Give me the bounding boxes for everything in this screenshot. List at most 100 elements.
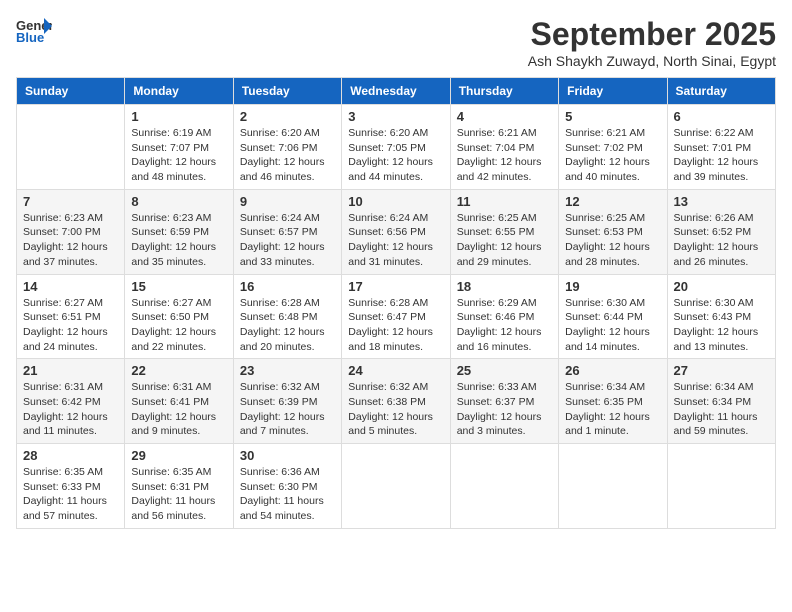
table-row: 5 Sunrise: 6:21 AMSunset: 7:02 PMDayligh… (559, 105, 667, 190)
table-row: 12 Sunrise: 6:25 AMSunset: 6:53 PMDaylig… (559, 189, 667, 274)
day-info: Sunrise: 6:22 AMSunset: 7:01 PMDaylight:… (674, 126, 769, 185)
day-number: 20 (674, 279, 769, 294)
table-row (342, 444, 450, 529)
table-row: 9 Sunrise: 6:24 AMSunset: 6:57 PMDayligh… (233, 189, 341, 274)
logo-icon: General Blue (16, 16, 52, 44)
day-info: Sunrise: 6:20 AMSunset: 7:05 PMDaylight:… (348, 126, 443, 185)
logo: General Blue (16, 16, 56, 44)
table-row: 24 Sunrise: 6:32 AMSunset: 6:38 PMDaylig… (342, 359, 450, 444)
day-number: 21 (23, 363, 118, 378)
table-row: 19 Sunrise: 6:30 AMSunset: 6:44 PMDaylig… (559, 274, 667, 359)
calendar-header-row: Sunday Monday Tuesday Wednesday Thursday… (17, 78, 776, 105)
table-row: 1 Sunrise: 6:19 AMSunset: 7:07 PMDayligh… (125, 105, 233, 190)
day-info: Sunrise: 6:25 AMSunset: 6:53 PMDaylight:… (565, 211, 660, 270)
calendar: Sunday Monday Tuesday Wednesday Thursday… (16, 77, 776, 529)
day-info: Sunrise: 6:30 AMSunset: 6:44 PMDaylight:… (565, 296, 660, 355)
day-info: Sunrise: 6:24 AMSunset: 6:57 PMDaylight:… (240, 211, 335, 270)
day-info: Sunrise: 6:33 AMSunset: 6:37 PMDaylight:… (457, 380, 552, 439)
day-info: Sunrise: 6:25 AMSunset: 6:55 PMDaylight:… (457, 211, 552, 270)
day-info: Sunrise: 6:20 AMSunset: 7:06 PMDaylight:… (240, 126, 335, 185)
table-row: 7 Sunrise: 6:23 AMSunset: 7:00 PMDayligh… (17, 189, 125, 274)
day-number: 6 (674, 109, 769, 124)
table-row: 23 Sunrise: 6:32 AMSunset: 6:39 PMDaylig… (233, 359, 341, 444)
day-number: 29 (131, 448, 226, 463)
day-number: 13 (674, 194, 769, 209)
day-info: Sunrise: 6:34 AMSunset: 6:34 PMDaylight:… (674, 380, 769, 439)
title-area: September 2025 Ash Shaykh Zuwayd, North … (528, 16, 776, 69)
col-friday: Friday (559, 78, 667, 105)
table-row: 28 Sunrise: 6:35 AMSunset: 6:33 PMDaylig… (17, 444, 125, 529)
day-number: 27 (674, 363, 769, 378)
day-info: Sunrise: 6:21 AMSunset: 7:02 PMDaylight:… (565, 126, 660, 185)
day-info: Sunrise: 6:31 AMSunset: 6:41 PMDaylight:… (131, 380, 226, 439)
day-number: 19 (565, 279, 660, 294)
day-number: 25 (457, 363, 552, 378)
day-info: Sunrise: 6:34 AMSunset: 6:35 PMDaylight:… (565, 380, 660, 439)
table-row: 30 Sunrise: 6:36 AMSunset: 6:30 PMDaylig… (233, 444, 341, 529)
day-number: 2 (240, 109, 335, 124)
svg-text:Blue: Blue (16, 30, 44, 44)
day-info: Sunrise: 6:30 AMSunset: 6:43 PMDaylight:… (674, 296, 769, 355)
calendar-week-row: 7 Sunrise: 6:23 AMSunset: 7:00 PMDayligh… (17, 189, 776, 274)
table-row: 27 Sunrise: 6:34 AMSunset: 6:34 PMDaylig… (667, 359, 775, 444)
day-number: 23 (240, 363, 335, 378)
day-info: Sunrise: 6:28 AMSunset: 6:48 PMDaylight:… (240, 296, 335, 355)
day-info: Sunrise: 6:21 AMSunset: 7:04 PMDaylight:… (457, 126, 552, 185)
day-number: 10 (348, 194, 443, 209)
col-sunday: Sunday (17, 78, 125, 105)
table-row: 17 Sunrise: 6:28 AMSunset: 6:47 PMDaylig… (342, 274, 450, 359)
header: General Blue September 2025 Ash Shaykh Z… (16, 16, 776, 69)
day-info: Sunrise: 6:27 AMSunset: 6:50 PMDaylight:… (131, 296, 226, 355)
day-info: Sunrise: 6:23 AMSunset: 7:00 PMDaylight:… (23, 211, 118, 270)
day-number: 28 (23, 448, 118, 463)
day-info: Sunrise: 6:24 AMSunset: 6:56 PMDaylight:… (348, 211, 443, 270)
table-row: 15 Sunrise: 6:27 AMSunset: 6:50 PMDaylig… (125, 274, 233, 359)
day-number: 24 (348, 363, 443, 378)
day-info: Sunrise: 6:31 AMSunset: 6:42 PMDaylight:… (23, 380, 118, 439)
table-row: 2 Sunrise: 6:20 AMSunset: 7:06 PMDayligh… (233, 105, 341, 190)
table-row: 21 Sunrise: 6:31 AMSunset: 6:42 PMDaylig… (17, 359, 125, 444)
day-number: 9 (240, 194, 335, 209)
table-row (450, 444, 558, 529)
subtitle: Ash Shaykh Zuwayd, North Sinai, Egypt (528, 53, 776, 69)
col-tuesday: Tuesday (233, 78, 341, 105)
table-row: 13 Sunrise: 6:26 AMSunset: 6:52 PMDaylig… (667, 189, 775, 274)
day-info: Sunrise: 6:29 AMSunset: 6:46 PMDaylight:… (457, 296, 552, 355)
calendar-week-row: 21 Sunrise: 6:31 AMSunset: 6:42 PMDaylig… (17, 359, 776, 444)
day-number: 17 (348, 279, 443, 294)
day-info: Sunrise: 6:27 AMSunset: 6:51 PMDaylight:… (23, 296, 118, 355)
day-info: Sunrise: 6:23 AMSunset: 6:59 PMDaylight:… (131, 211, 226, 270)
day-number: 11 (457, 194, 552, 209)
day-info: Sunrise: 6:36 AMSunset: 6:30 PMDaylight:… (240, 465, 335, 524)
calendar-week-row: 14 Sunrise: 6:27 AMSunset: 6:51 PMDaylig… (17, 274, 776, 359)
table-row (559, 444, 667, 529)
day-info: Sunrise: 6:32 AMSunset: 6:38 PMDaylight:… (348, 380, 443, 439)
day-number: 1 (131, 109, 226, 124)
day-info: Sunrise: 6:35 AMSunset: 6:33 PMDaylight:… (23, 465, 118, 524)
table-row: 6 Sunrise: 6:22 AMSunset: 7:01 PMDayligh… (667, 105, 775, 190)
table-row: 25 Sunrise: 6:33 AMSunset: 6:37 PMDaylig… (450, 359, 558, 444)
day-info: Sunrise: 6:26 AMSunset: 6:52 PMDaylight:… (674, 211, 769, 270)
table-row: 14 Sunrise: 6:27 AMSunset: 6:51 PMDaylig… (17, 274, 125, 359)
table-row: 26 Sunrise: 6:34 AMSunset: 6:35 PMDaylig… (559, 359, 667, 444)
col-monday: Monday (125, 78, 233, 105)
day-number: 16 (240, 279, 335, 294)
col-thursday: Thursday (450, 78, 558, 105)
table-row: 3 Sunrise: 6:20 AMSunset: 7:05 PMDayligh… (342, 105, 450, 190)
day-number: 14 (23, 279, 118, 294)
day-number: 5 (565, 109, 660, 124)
day-info: Sunrise: 6:32 AMSunset: 6:39 PMDaylight:… (240, 380, 335, 439)
day-number: 22 (131, 363, 226, 378)
day-number: 7 (23, 194, 118, 209)
table-row: 16 Sunrise: 6:28 AMSunset: 6:48 PMDaylig… (233, 274, 341, 359)
day-number: 8 (131, 194, 226, 209)
day-info: Sunrise: 6:28 AMSunset: 6:47 PMDaylight:… (348, 296, 443, 355)
table-row: 18 Sunrise: 6:29 AMSunset: 6:46 PMDaylig… (450, 274, 558, 359)
month-title: September 2025 (528, 16, 776, 53)
col-wednesday: Wednesday (342, 78, 450, 105)
day-number: 4 (457, 109, 552, 124)
table-row: 22 Sunrise: 6:31 AMSunset: 6:41 PMDaylig… (125, 359, 233, 444)
table-row (667, 444, 775, 529)
day-number: 12 (565, 194, 660, 209)
day-number: 18 (457, 279, 552, 294)
